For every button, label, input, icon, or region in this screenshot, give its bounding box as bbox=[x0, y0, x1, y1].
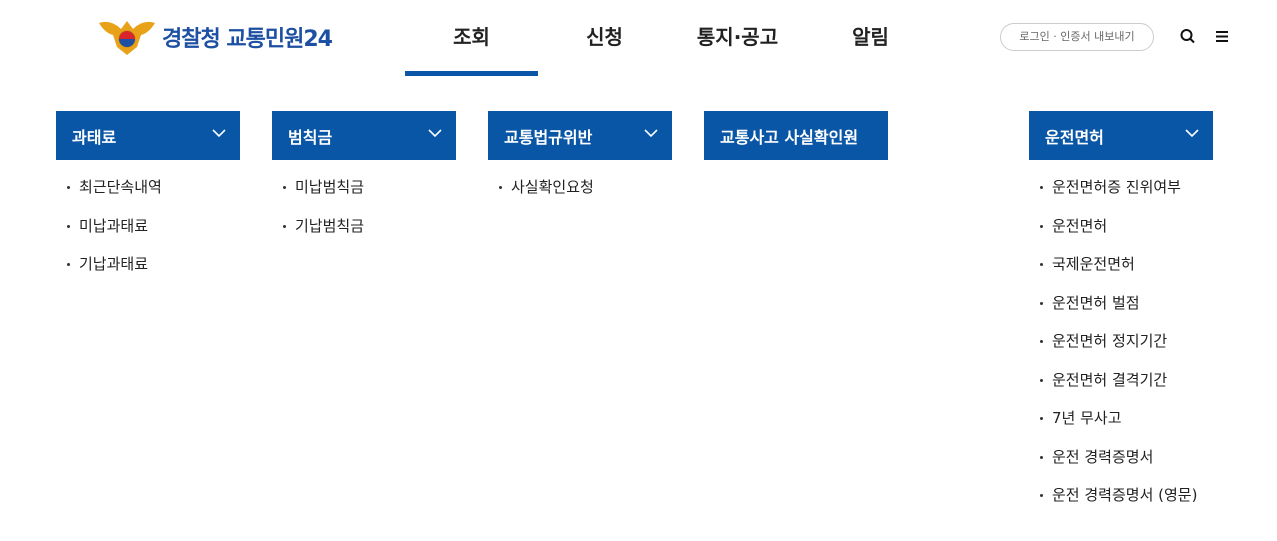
menu-item-paid-fine[interactable]: 기납과태료 bbox=[56, 254, 240, 293]
search-icon[interactable] bbox=[1179, 26, 1197, 46]
chevron-down-icon bbox=[644, 129, 658, 138]
menu-item-fact-check-request[interactable]: 사실확인요청 bbox=[488, 177, 672, 216]
chevron-down-icon bbox=[212, 129, 226, 138]
menu-item-unpaid-fine[interactable]: 미납과태료 bbox=[56, 216, 240, 255]
menu-header-violation[interactable]: 교통법규위반 bbox=[488, 111, 672, 160]
menu-header-license[interactable]: 운전면허 bbox=[1029, 111, 1213, 160]
menu-item-international-license[interactable]: 국제운전면허 bbox=[1029, 254, 1213, 293]
menu-column-violation: 교통법규위반 사실확인요청 bbox=[488, 111, 672, 216]
menu-header-label: 교통사고 사실확인원 bbox=[720, 127, 859, 147]
menu-item-paid-penalty[interactable]: 기납범칙금 bbox=[272, 216, 456, 255]
menu-column-license: 운전면허 운전면허증 진위여부 운전면허 국제운전면허 운전면허 벌점 운전면허… bbox=[1029, 111, 1213, 524]
chevron-down-icon bbox=[1185, 129, 1199, 138]
menu-item-license-suspension[interactable]: 운전면허 정지기간 bbox=[1029, 331, 1213, 370]
menu-item-recent-enforcement[interactable]: 최근단속내역 bbox=[56, 177, 240, 216]
site-title: 경찰청 교통민원24 bbox=[162, 27, 333, 52]
login-button[interactable]: 로그인 · 인증서 내보내기 bbox=[1000, 23, 1154, 51]
menu-header-fine[interactable]: 과태료 bbox=[56, 111, 240, 160]
police-emblem-icon bbox=[99, 21, 155, 55]
menu-column-penalty: 범칙금 미납범칙금 기납범칙금 bbox=[272, 111, 456, 254]
menu-header-penalty[interactable]: 범칙금 bbox=[272, 111, 456, 160]
nav-tab-alert[interactable]: 알림 bbox=[804, 0, 937, 76]
menu-column-fine: 과태료 최근단속내역 미납과태료 기납과태료 bbox=[56, 111, 240, 293]
menu-item-license[interactable]: 운전면허 bbox=[1029, 216, 1213, 255]
site-logo[interactable]: 경찰청 교통민원24 bbox=[97, 17, 333, 57]
menu-item-license-points[interactable]: 운전면허 벌점 bbox=[1029, 293, 1213, 332]
nav-tab-application[interactable]: 신청 bbox=[538, 0, 671, 76]
menu-header-label: 과태료 bbox=[72, 127, 117, 147]
menu-header-label: 운전면허 bbox=[1045, 127, 1104, 147]
menu-header-accident[interactable]: 교통사고 사실확인원 bbox=[704, 111, 888, 160]
hamburger-menu-icon[interactable] bbox=[1214, 26, 1232, 46]
menu-item-7-years-accident-free[interactable]: 7년 무사고 bbox=[1029, 408, 1213, 447]
chevron-down-icon bbox=[428, 129, 442, 138]
menu-item-driving-record-certificate[interactable]: 운전 경력증명서 bbox=[1029, 447, 1213, 486]
menu-item-driving-record-certificate-en[interactable]: 운전 경력증명서 (영문) bbox=[1029, 485, 1213, 524]
menu-item-unpaid-penalty[interactable]: 미납범칙금 bbox=[272, 177, 456, 216]
menu-column-accident: 교통사고 사실확인원 bbox=[704, 111, 888, 160]
menu-header-label: 교통법규위반 bbox=[504, 127, 593, 147]
main-nav: 조회 신청 통지·공고 알림 bbox=[405, 0, 937, 76]
nav-tab-notice[interactable]: 통지·공고 bbox=[671, 0, 804, 76]
menu-header-label: 범칙금 bbox=[288, 127, 333, 147]
menu-item-license-authenticity[interactable]: 운전면허증 진위여부 bbox=[1029, 177, 1213, 216]
nav-tab-inquiry[interactable]: 조회 bbox=[405, 0, 538, 76]
menu-item-license-disqualification[interactable]: 운전면허 결격기간 bbox=[1029, 370, 1213, 409]
